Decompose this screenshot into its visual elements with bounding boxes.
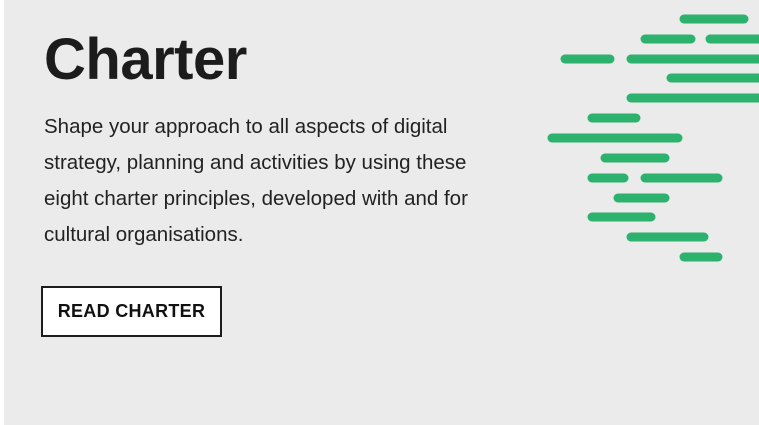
charter-card: Charter Shape your approach to all aspec… (4, 0, 759, 425)
green-dash-lines-graphic (547, 14, 759, 262)
